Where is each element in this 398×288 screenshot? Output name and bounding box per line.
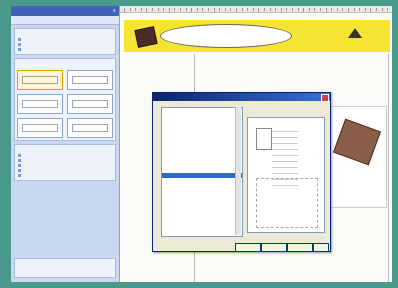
ruler-tick <box>180 8 181 11</box>
preview-notes <box>256 178 318 228</box>
ruler-tick <box>314 8 316 11</box>
ruler-tick <box>208 8 209 11</box>
ruler-tick <box>325 8 327 12</box>
dialog-button-2[interactable] <box>261 243 287 252</box>
ruler-tick <box>241 8 243 11</box>
pane-link[interactable] <box>17 47 113 52</box>
triangle-icon <box>348 28 362 38</box>
ruler-tick <box>348 8 349 12</box>
ruler-tick <box>213 8 215 12</box>
pane-section-3 <box>14 144 116 181</box>
ruler-tick <box>247 8 249 11</box>
design-thumbnail[interactable] <box>67 118 113 138</box>
ruler-tick <box>202 8 204 11</box>
ruler-tick <box>269 8 271 11</box>
ruler-tick <box>303 8 305 12</box>
ruler <box>120 6 392 13</box>
design-thumbnail[interactable] <box>17 70 63 90</box>
cloud-shape[interactable] <box>160 24 292 48</box>
scrollbar[interactable] <box>235 107 241 235</box>
ruler-tick <box>364 8 366 11</box>
column-guide <box>388 54 389 282</box>
ruler-tick <box>224 8 226 11</box>
ruler-tick <box>152 8 153 11</box>
ruler-tick <box>191 8 193 12</box>
ruler-tick <box>286 8 288 11</box>
preview-pane <box>247 117 325 233</box>
ruler-tick <box>359 8 361 11</box>
ruler-tick <box>342 8 344 11</box>
dialog-button-4[interactable] <box>313 243 329 252</box>
design-thumbnail[interactable] <box>17 118 63 138</box>
design-thumbnail[interactable] <box>67 70 113 90</box>
task-pane-toolbar <box>11 16 119 25</box>
ruler-tick <box>157 8 159 11</box>
ruler-tick <box>230 8 232 11</box>
tree-item[interactable] <box>162 218 242 223</box>
dialog-title <box>153 93 330 101</box>
preview-box <box>256 128 272 150</box>
insert-dialog <box>152 92 331 252</box>
ruler-tick <box>387 8 389 11</box>
ruler-tick <box>163 8 165 11</box>
ruler-tick <box>168 8 170 12</box>
ruler-tick <box>196 8 198 11</box>
close-icon[interactable] <box>321 94 329 102</box>
dialog-button-3[interactable] <box>287 243 313 252</box>
design-thumbnail[interactable] <box>67 94 113 114</box>
dialog-button-1[interactable] <box>235 243 261 252</box>
category-tree[interactable] <box>161 107 243 237</box>
ruler-tick <box>185 8 187 11</box>
ruler-tick <box>336 8 338 11</box>
ruler-tick <box>320 8 321 11</box>
ruler-tick <box>275 8 277 11</box>
ruler-tick <box>353 8 355 11</box>
ruler-tick <box>264 8 265 11</box>
ruler-tick <box>129 8 131 11</box>
ruler-tick <box>146 8 148 12</box>
ruler-tick <box>331 8 333 11</box>
pane-link[interactable] <box>17 173 113 178</box>
pane-section-1 <box>14 28 116 55</box>
ruler-tick <box>370 8 372 12</box>
pane-section-title <box>17 61 113 67</box>
pane-footer <box>14 258 116 278</box>
task-pane: × <box>11 6 120 282</box>
ruler-tick <box>219 8 221 11</box>
ruler-tick <box>381 8 383 11</box>
ruler-tick <box>236 8 237 12</box>
ruler-tick <box>140 8 142 11</box>
ruler-tick <box>297 8 299 11</box>
ruler-tick <box>124 8 125 12</box>
task-pane-header: × <box>11 6 119 16</box>
screen: × <box>11 6 392 282</box>
ruler-tick <box>135 8 137 11</box>
ruler-tick <box>280 8 282 12</box>
pane-section-designs <box>14 58 116 141</box>
ruler-tick <box>308 8 310 11</box>
ruler-tick <box>174 8 176 11</box>
preview-lines <box>272 126 298 186</box>
close-icon[interactable]: × <box>113 6 116 16</box>
ruler-tick <box>376 8 377 11</box>
design-thumbnails <box>17 70 113 138</box>
ruler-tick <box>258 8 260 12</box>
ruler-tick <box>252 8 254 11</box>
design-thumbnail[interactable] <box>17 94 63 114</box>
ruler-tick <box>292 8 293 11</box>
